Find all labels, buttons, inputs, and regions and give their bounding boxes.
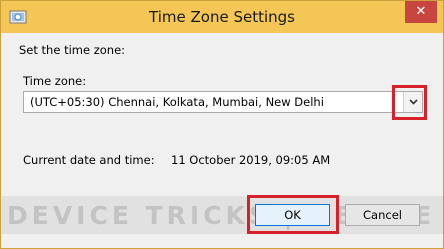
- title-bar[interactable]: Time Zone Settings ✕: [1, 1, 443, 33]
- timezone-label: Time zone:: [23, 74, 87, 88]
- close-button[interactable]: ✕: [405, 1, 437, 23]
- close-icon: ✕: [415, 4, 427, 19]
- instruction-text: Set the time zone:: [19, 43, 126, 57]
- time-zone-settings-dialog: Time Zone Settings ✕ Set the time zone: …: [0, 0, 444, 249]
- ok-button-highlight: [247, 195, 339, 234]
- timezone-selected-value: (UTC+05:30) Chennai, Kolkata, Mumbai, Ne…: [30, 95, 324, 109]
- current-datetime-label: Current date and time:: [23, 153, 155, 167]
- dropdown-highlight: [392, 85, 427, 120]
- window-title: Time Zone Settings: [149, 8, 295, 26]
- cancel-button[interactable]: Cancel: [345, 204, 420, 226]
- current-datetime-value: 11 October 2019, 09:05 AM: [171, 153, 331, 167]
- timezone-select[interactable]: (UTC+05:30) Chennai, Kolkata, Mumbai, Ne…: [23, 91, 423, 113]
